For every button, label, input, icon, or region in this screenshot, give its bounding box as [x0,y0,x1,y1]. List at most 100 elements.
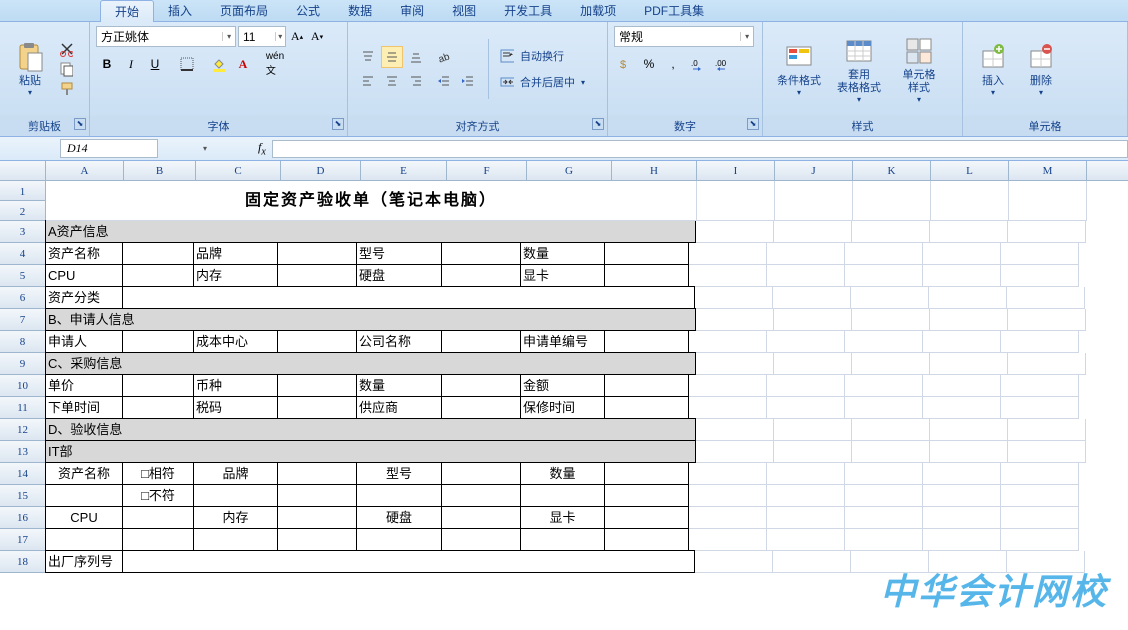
cell-I4[interactable] [689,243,767,265]
cell-G11[interactable]: 保修时间 [520,396,605,419]
cell-E5[interactable]: 硬盘 [356,264,442,287]
cell-I6[interactable] [695,287,773,309]
cell-D15[interactable] [277,484,357,507]
fx-icon[interactable]: fx [258,140,266,157]
cell-H17[interactable] [604,528,689,551]
cell-B6[interactable] [122,286,695,309]
format-painter-icon[interactable] [58,81,74,97]
cell-C4[interactable]: 品牌 [193,242,278,265]
cell-K3[interactable] [852,221,930,243]
cell-L16[interactable] [923,507,1001,529]
cell-E11[interactable]: 供应商 [356,396,442,419]
cell-L15[interactable] [923,485,1001,507]
cell-I3[interactable] [696,221,774,243]
cell-M7[interactable] [1008,309,1086,331]
row-header-4[interactable]: 4 [0,243,46,265]
cell-M13[interactable] [1008,441,1086,463]
cell-I17[interactable] [689,529,767,551]
cell-A12[interactable]: D、验收信息 [45,418,696,441]
row-header-9[interactable]: 9 [0,353,46,375]
cell-J18[interactable] [773,551,851,573]
row-header-16[interactable]: 16 [0,507,46,529]
align-right-icon[interactable] [405,70,427,92]
row-header-11[interactable]: 11 [0,397,46,419]
row-header-13[interactable]: 13 [0,441,46,463]
col-header-M[interactable]: M [1009,161,1087,180]
col-header-E[interactable]: E [361,161,447,180]
cell-J16[interactable] [767,507,845,529]
cell-I12[interactable] [696,419,774,441]
cell-M12[interactable] [1008,419,1086,441]
cell-I15[interactable] [689,485,767,507]
align-bottom-icon[interactable] [405,46,427,68]
cell-G10[interactable]: 金额 [520,374,605,397]
cell-M10[interactable] [1001,375,1079,397]
row-header-14[interactable]: 14 [0,463,46,485]
tab-home[interactable]: 开始 [100,0,154,22]
cell-G5[interactable]: 显卡 [520,264,605,287]
currency-button[interactable]: $ [614,53,636,75]
row-header-17[interactable]: 17 [0,529,46,551]
cell-K7[interactable] [852,309,930,331]
cell-C15[interactable] [193,484,278,507]
cell-A14[interactable]: 资产名称 [45,462,123,485]
delete-cells-button[interactable]: 删除▾ [1017,30,1065,108]
font-dialog-launcher[interactable]: ⬊ [332,118,344,130]
cell-K6[interactable] [851,287,929,309]
cell-E4[interactable]: 型号 [356,242,442,265]
tab-data[interactable]: 数据 [334,0,386,21]
tab-addins[interactable]: 加载项 [566,0,630,21]
cell[interactable] [697,181,775,221]
cell-F8[interactable] [441,330,521,353]
cell-L8[interactable] [923,331,1001,353]
table-format-button[interactable]: 套用 表格格式▾ [829,30,889,108]
cell-A5[interactable]: CPU [45,264,123,287]
cell-L9[interactable] [930,353,1008,375]
cell-K16[interactable] [845,507,923,529]
align-top-icon[interactable] [357,46,379,68]
font-color-button[interactable]: A [232,53,254,75]
col-header-F[interactable]: F [447,161,527,180]
cell-E16[interactable]: 硬盘 [356,506,442,529]
border-button[interactable] [176,53,198,75]
cell-D10[interactable] [277,374,357,397]
bold-button[interactable]: B [96,53,118,75]
insert-cells-button[interactable]: 插入▾ [969,30,1017,108]
cell-K12[interactable] [852,419,930,441]
cell-L7[interactable] [930,309,1008,331]
col-header-K[interactable]: K [853,161,931,180]
cell-J14[interactable] [767,463,845,485]
increase-indent-icon[interactable] [457,70,479,92]
cell-L6[interactable] [929,287,1007,309]
cell-L12[interactable] [930,419,1008,441]
decrease-indent-icon[interactable] [433,70,455,92]
cell-M8[interactable] [1001,331,1079,353]
row-header-3[interactable]: 3 [0,221,46,243]
select-all-corner[interactable] [0,161,46,180]
number-dialog-launcher[interactable]: ⬊ [747,118,759,130]
cell-M9[interactable] [1008,353,1086,375]
cell-M3[interactable] [1008,221,1086,243]
cell-B5[interactable] [122,264,194,287]
cell-K15[interactable] [845,485,923,507]
cell-L11[interactable] [923,397,1001,419]
cell-H8[interactable] [604,330,689,353]
col-header-J[interactable]: J [775,161,853,180]
col-header-I[interactable]: I [697,161,775,180]
cell-I11[interactable] [689,397,767,419]
cell-I7[interactable] [696,309,774,331]
cell[interactable] [775,181,853,221]
cell-A17[interactable] [45,528,123,551]
underline-button[interactable]: U [144,53,166,75]
cell-F17[interactable] [441,528,521,551]
cell-I10[interactable] [689,375,767,397]
cell-A13[interactable]: IT部 [45,440,696,463]
cell-D17[interactable] [277,528,357,551]
cell-J3[interactable] [774,221,852,243]
italic-button[interactable]: I [120,53,142,75]
cell-K14[interactable] [845,463,923,485]
cell-H14[interactable] [604,462,689,485]
cell-B4[interactable] [122,242,194,265]
cell-A10[interactable]: 单价 [45,374,123,397]
cell-J12[interactable] [774,419,852,441]
